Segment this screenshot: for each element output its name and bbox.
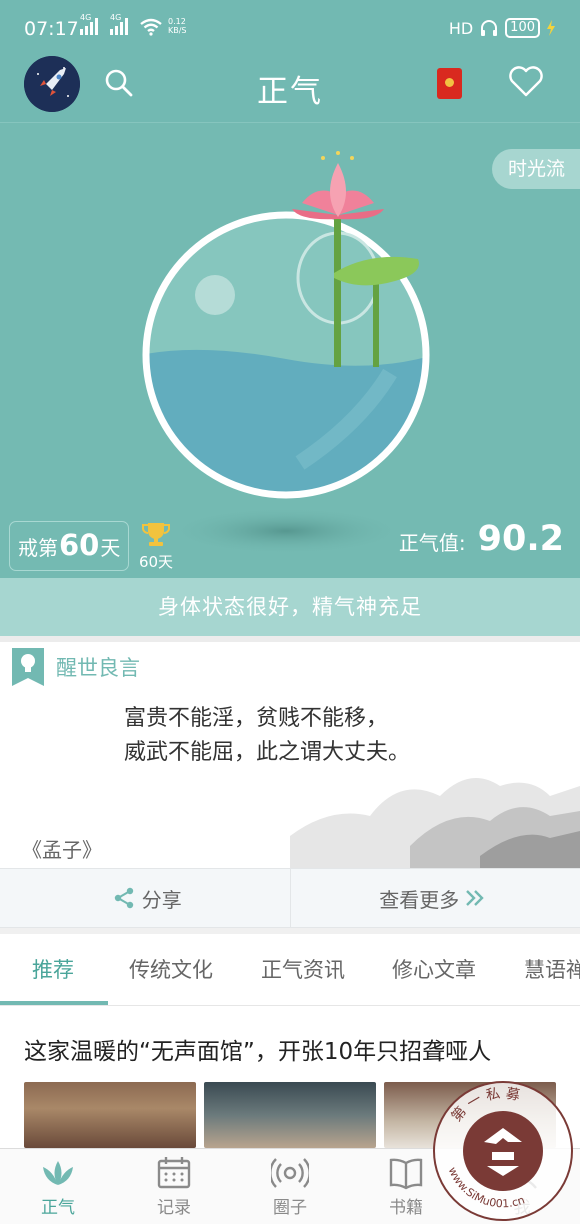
headphones-icon <box>481 20 498 36</box>
quote-card[interactable]: 醒世良言 富贵不能淫，贫贱不能移， 威武不能屈，此之谓大丈夫。 《孟子》 <box>0 636 580 868</box>
active-tab-indicator <box>0 1001 108 1005</box>
tab-recommend[interactable]: 推荐 <box>32 934 74 1005</box>
nav-item-records[interactable]: 记录 <box>116 1149 232 1224</box>
tab-traditional-culture[interactable]: 传统文化 <box>129 934 213 1005</box>
category-tabs: 推荐 传统文化 正气资讯 修心文章 慧语禅 <box>0 934 580 1006</box>
quote-actions: 分享 查看更多 <box>0 868 580 928</box>
tab-zen-quotes[interactable]: 慧语禅 <box>524 934 580 1005</box>
status-time: 07:17 <box>24 18 79 40</box>
streak-badge[interactable]: 戒第 60 天 <box>9 521 130 571</box>
bowl-highlight <box>195 275 235 315</box>
nav-item-zhengqi[interactable]: 正气 <box>0 1149 116 1224</box>
lotus-bowl-illustration <box>142 151 430 555</box>
lotus-stem <box>334 215 341 367</box>
quote-section-title: 醒世良言 <box>56 656 140 680</box>
score-display: 正气值: 90.2 <box>399 519 564 559</box>
heart-icon[interactable] <box>508 66 544 98</box>
net-speed: 0.12 KB/S <box>168 17 187 35</box>
broadcast-icon <box>271 1158 309 1188</box>
score-value: 90.2 <box>477 519 564 559</box>
lightbulb-icon <box>12 648 44 686</box>
hd-indicator: HD <box>448 18 474 38</box>
calendar-icon <box>157 1157 191 1189</box>
page-title: 正气 <box>257 74 323 110</box>
nav-item-circle[interactable]: 圈子 <box>232 1149 348 1224</box>
wifi-icon <box>140 18 162 36</box>
ink-mountains-decoration <box>290 778 580 868</box>
article-thumbnail-2[interactable] <box>204 1082 376 1148</box>
bowl-water <box>146 349 426 495</box>
streak-days: 60 <box>59 528 100 562</box>
tab-mind-articles[interactable]: 修心文章 <box>392 934 476 1005</box>
signal-icon-2: 4G <box>110 13 128 35</box>
charging-icon <box>547 20 555 36</box>
trophy-icon <box>142 523 170 546</box>
battery-indicator: 100 <box>505 18 540 38</box>
share-button[interactable]: 分享 <box>0 869 290 927</box>
record-days: 60天 <box>138 553 174 571</box>
quote-header: 醒世良言 <box>12 648 140 686</box>
hero-panel: 时光流 戒第 60 天 60天 正气值: 90.2 <box>0 122 580 578</box>
red-envelope-icon[interactable] <box>437 68 462 99</box>
app-header: 正气 <box>0 56 580 122</box>
record-trophy[interactable]: 60天 <box>136 521 176 572</box>
body-status-text: 身体状态很好，精气神充足 <box>0 578 580 636</box>
status-right: HD 100 <box>449 18 556 38</box>
signal-icon-1: 4G <box>80 13 98 35</box>
lotus-icon <box>43 1161 73 1185</box>
share-icon <box>114 887 133 909</box>
view-more-button[interactable]: 查看更多 <box>289 869 580 927</box>
quote-text: 富贵不能淫，贫贱不能移， 威武不能屈，此之谓大丈夫。 <box>124 706 411 765</box>
tab-zhengqi-news[interactable]: 正气资讯 <box>261 934 345 1005</box>
article-title[interactable]: 这家温暖的“无声面馆”，开张10年只招聋哑人 <box>24 1032 491 1066</box>
leaf-stem <box>373 275 379 367</box>
watermark-stamp: 第 一 私 募 www.SiMu001.cn <box>433 1081 573 1221</box>
quote-source: 《孟子》 <box>22 838 102 862</box>
status-bar: 07:17 4G 4G 0.12 KB/S HD 100 <box>0 0 580 56</box>
bowl-shadow <box>166 507 406 555</box>
score-label: 正气值: <box>398 531 466 555</box>
book-icon <box>389 1158 423 1190</box>
double-chevron-right-icon <box>466 890 484 906</box>
article-thumbnail-1[interactable] <box>24 1082 196 1148</box>
time-flow-button[interactable]: 时光流 <box>492 149 580 189</box>
